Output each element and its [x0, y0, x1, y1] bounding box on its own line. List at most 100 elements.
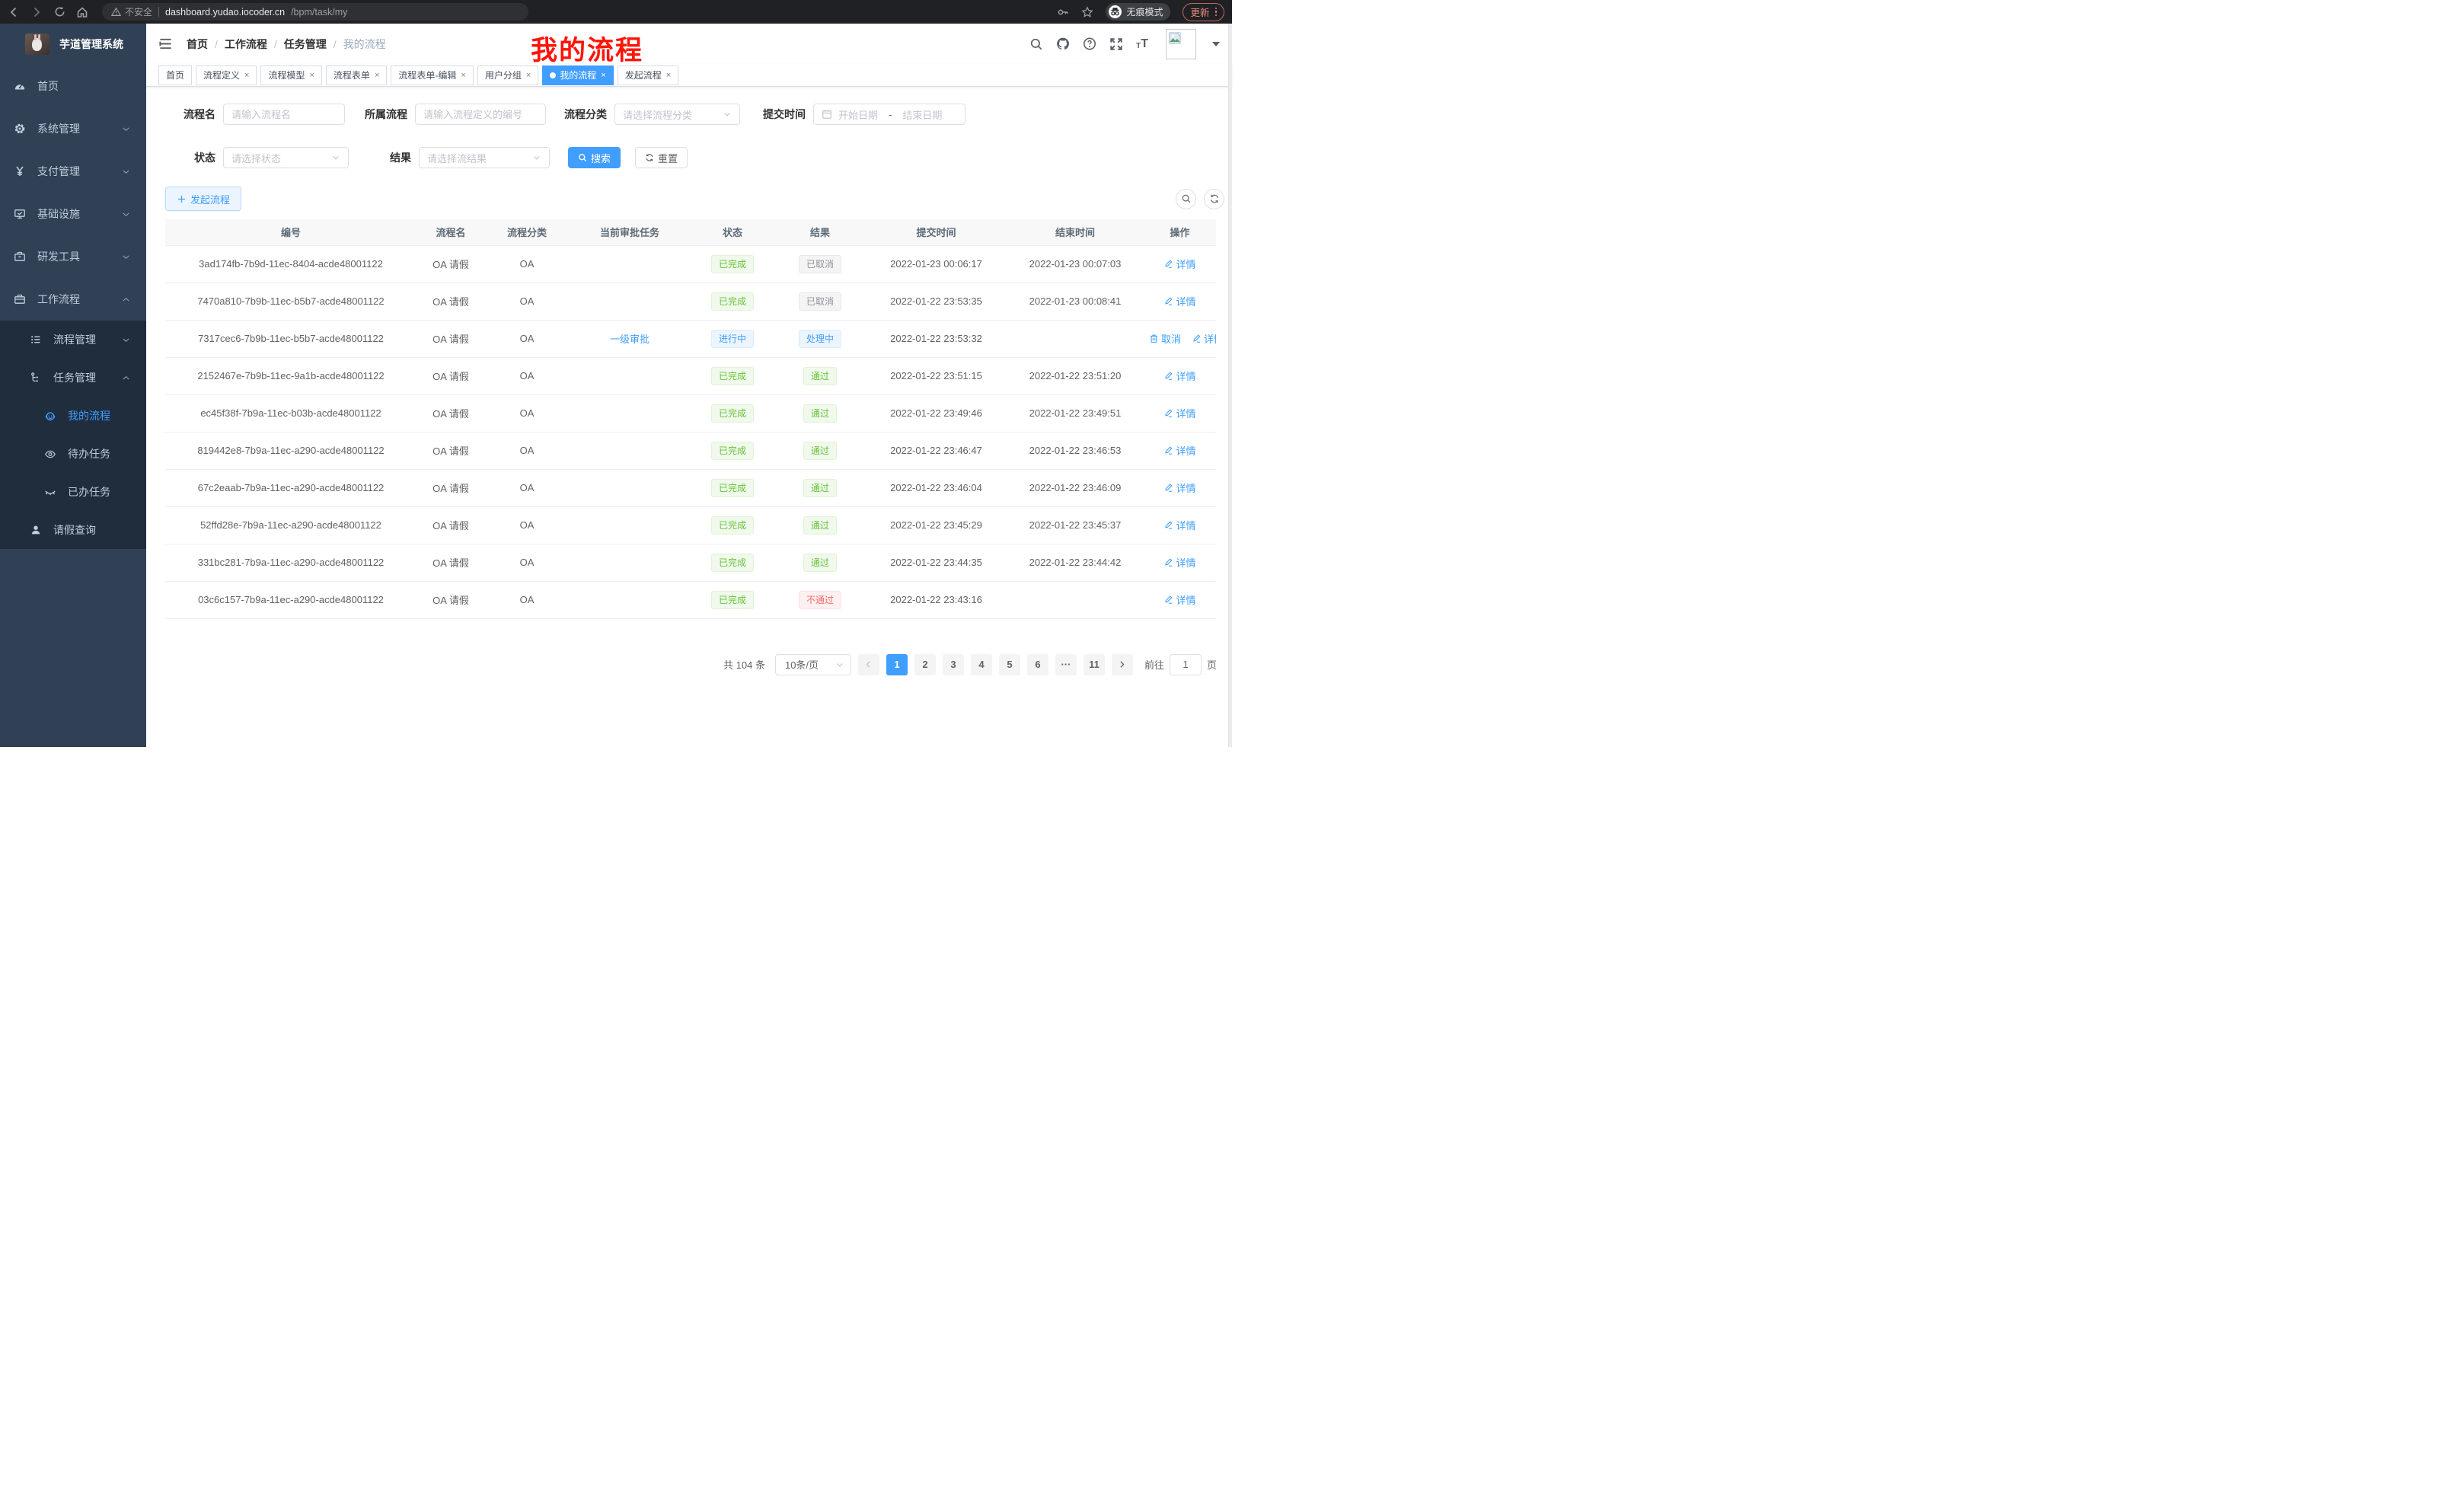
sidebar-item-系统管理[interactable]: 系统管理 [0, 107, 146, 150]
home-icon[interactable] [76, 6, 88, 18]
address-bar[interactable]: 不安全 dashboard.yudao.iocoder.cn/bpm/task/… [102, 3, 528, 21]
breadcrumb-home[interactable]: 首页 [187, 37, 208, 52]
page-button-5[interactable]: 5 [999, 654, 1020, 675]
toolbox-icon [14, 251, 26, 263]
close-icon[interactable]: × [666, 71, 671, 80]
sidebar-item-基础设施[interactable]: 基础设施 [0, 193, 146, 235]
create-process-button[interactable]: 发起流程 [165, 187, 241, 211]
close-icon[interactable]: × [375, 71, 379, 80]
tab-发起流程[interactable]: 发起流程× [618, 65, 678, 85]
detail-button[interactable]: 详情 [1163, 406, 1195, 420]
tab-流程表单[interactable]: 流程表单× [326, 65, 387, 85]
tab-我的流程[interactable]: 我的流程× [542, 65, 613, 85]
tab-用户分组[interactable]: 用户分组× [477, 65, 538, 85]
result-select[interactable]: 请选择流结果 [419, 147, 550, 168]
detail-button[interactable]: 详情 [1163, 443, 1195, 458]
cell-status: 已完成 [691, 544, 774, 581]
cell-result: 通过 [774, 432, 866, 469]
font-size-icon[interactable]: TT [1136, 38, 1148, 50]
tab-首页[interactable]: 首页 [158, 65, 192, 85]
tab-流程定义[interactable]: 流程定义× [196, 65, 257, 85]
more-pages-button[interactable]: ··· [1055, 654, 1077, 675]
process-definition-input[interactable] [415, 104, 546, 125]
close-icon[interactable]: × [526, 71, 531, 80]
cell-category: OA [485, 245, 569, 283]
table-row: 7317cec6-7b9b-11ec-b5b7-acde48001122OA 请… [165, 320, 1216, 357]
cell-status: 已完成 [691, 581, 774, 618]
page-button-11[interactable]: 11 [1084, 654, 1105, 675]
page-button-1[interactable]: 1 [886, 654, 908, 675]
status-select[interactable]: 请选择状态 [223, 147, 349, 168]
date-range-picker[interactable]: 开始日期 - 结束日期 [813, 104, 965, 125]
cell-process-name: OA 请假 [417, 544, 485, 581]
current-task-link[interactable]: 一级审批 [610, 334, 650, 345]
category-select[interactable]: 请选择流程分类 [614, 104, 740, 125]
prev-page-button[interactable] [858, 654, 879, 675]
column-header-结果: 结果 [774, 219, 866, 245]
detail-button[interactable]: 详情 [1163, 369, 1195, 383]
close-icon[interactable]: × [244, 71, 249, 80]
sidebar-item-研发工具[interactable]: 研发工具 [0, 235, 146, 278]
sidebar-item-我的流程[interactable]: 我的流程 [0, 397, 146, 435]
show-search-button[interactable] [1176, 189, 1196, 209]
detail-button[interactable]: 详情 [1163, 257, 1195, 271]
detail-button[interactable]: 详情 [1163, 518, 1195, 532]
page-button-4[interactable]: 4 [971, 654, 992, 675]
close-icon[interactable]: × [601, 71, 605, 80]
detail-button[interactable]: 详情 [1163, 555, 1195, 570]
detail-button[interactable]: 详情 [1192, 331, 1216, 346]
page-size-select[interactable]: 10条/页 [775, 654, 851, 675]
close-icon[interactable]: × [309, 71, 314, 80]
cell-actions: 详情 [1144, 469, 1216, 506]
result-badge: 不通过 [799, 591, 841, 609]
date-separator: - [889, 109, 892, 120]
key-icon[interactable] [1057, 6, 1069, 18]
sidebar-item-待办任务[interactable]: 待办任务 [0, 435, 146, 473]
search-button[interactable]: 搜索 [568, 147, 621, 168]
logo-row[interactable]: 芋道管理系统 [0, 24, 146, 65]
back-icon[interactable] [8, 6, 20, 18]
fullscreen-icon[interactable] [1109, 37, 1123, 51]
page-button-6[interactable]: 6 [1027, 654, 1048, 675]
sidebar-item-请假查询[interactable]: 请假查询 [0, 511, 146, 549]
reset-button[interactable]: 重置 [635, 147, 688, 168]
breadcrumb-task[interactable]: 任务管理 [284, 37, 327, 52]
close-icon[interactable]: × [461, 71, 465, 80]
sidebar-item-支付管理[interactable]: 支付管理 [0, 150, 146, 193]
sidebar-item-已办任务[interactable]: 已办任务 [0, 473, 146, 511]
help-icon[interactable] [1083, 37, 1096, 51]
process-name-input[interactable] [223, 104, 345, 125]
github-icon[interactable] [1056, 37, 1070, 51]
sidebar-item-首页[interactable]: 首页 [0, 65, 146, 107]
cell-id: 7317cec6-7b9b-11ec-b5b7-acde48001122 [165, 320, 417, 357]
detail-button[interactable]: 详情 [1163, 294, 1195, 308]
chevron-down-icon[interactable] [1212, 42, 1220, 46]
search-icon[interactable] [1029, 37, 1043, 51]
refresh-table-button[interactable] [1204, 189, 1224, 209]
update-button[interactable]: 更新 [1183, 3, 1224, 21]
breadcrumb-workflow[interactable]: 工作流程 [225, 37, 267, 52]
sidebar-item-任务管理[interactable]: 任务管理 [0, 359, 146, 397]
action-label: 详情 [1176, 555, 1195, 570]
hamburger-icon[interactable] [158, 37, 173, 51]
page-button-3[interactable]: 3 [943, 654, 964, 675]
goto-page-input[interactable] [1170, 654, 1202, 675]
sidebar-item-工作流程[interactable]: 工作流程 [0, 278, 146, 321]
filter-form: 流程名 所属流程 流程分类 请选择流程分类 提交时间 开始日期 - 结束日期 [165, 104, 1220, 168]
browser-menu-icon[interactable] [1215, 8, 1218, 17]
scrollbar[interactable] [1228, 24, 1232, 747]
tab-流程模型[interactable]: 流程模型× [260, 65, 321, 85]
cancel-button[interactable]: 取消 [1149, 331, 1181, 346]
detail-button[interactable]: 详情 [1163, 592, 1195, 607]
star-icon[interactable] [1081, 6, 1093, 18]
forward-icon[interactable] [30, 6, 43, 18]
tab-流程表单-编辑[interactable]: 流程表单-编辑× [391, 65, 473, 85]
reload-icon[interactable] [53, 6, 65, 18]
cell-status: 已完成 [691, 394, 774, 432]
tab-label: 首页 [166, 69, 184, 81]
page-button-2[interactable]: 2 [914, 654, 936, 675]
next-page-button[interactable] [1112, 654, 1133, 675]
avatar[interactable] [1166, 29, 1196, 59]
sidebar-item-流程管理[interactable]: 流程管理 [0, 321, 146, 359]
detail-button[interactable]: 详情 [1163, 480, 1195, 495]
